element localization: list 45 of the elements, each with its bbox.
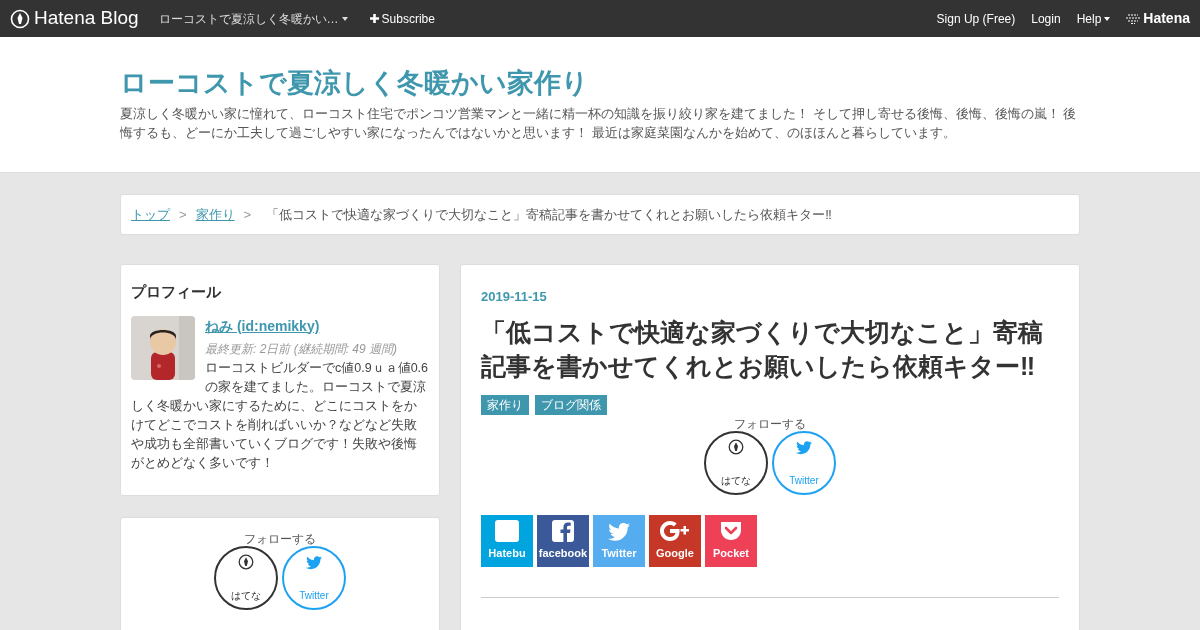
profile-name[interactable]: ねみ (id:nemikky) <box>131 315 429 336</box>
caret-icon <box>1104 16 1111 21</box>
facebook-icon <box>552 519 574 542</box>
blog-description: 夏涼しく冬暖かい家に憧れて、ローコスト住宅でポンコツ営業マンと一緒に精一杯の知識を振り絞り家を建てました！ そして押し寄せる後悔、後悔、後悔の嵐！ 後悔するも、どーにか工夫して過ごしやすい家になったんではないかと思います！ 最近は家庭菜園なんかを始めて、のほほんと暮らしています。 <box>120 105 1078 142</box>
google-plus-icon <box>659 519 691 542</box>
breadcrumb-link[interactable]: 家作り <box>195 204 235 225</box>
share-button[interactable]: Google <box>649 514 701 567</box>
category-tag[interactable]: 家作り <box>481 394 529 415</box>
stripes-icon <box>1126 13 1141 24</box>
pocket-icon <box>719 519 743 542</box>
follow-button[interactable]: Twitter <box>282 545 346 610</box>
breadcrumb-separator: > <box>179 205 187 224</box>
bird-icon <box>305 553 323 570</box>
category-tag[interactable]: ブログ関係 <box>535 394 607 415</box>
blog-menu[interactable]: ローコストで夏涼しく冬暖かい… <box>158 9 348 28</box>
blog-logo[interactable]: Hatena Blog <box>10 4 139 33</box>
follow-button[interactable]: はてな <box>214 545 278 610</box>
share-button[interactable]: Pocket <box>705 514 757 567</box>
caret-icon <box>341 16 348 21</box>
share-button[interactable]: Twitter <box>593 514 645 567</box>
hatena-brand[interactable]: Hatena <box>1126 8 1190 29</box>
profile-heading: プロフィール <box>131 282 222 302</box>
profile-bio: ローコストビルダーでc値0.9ｕａ値0.6の家を建てました。ローコストで夏涼しく冬暖かい家にするために、どこにコストをかけてどこでコストを削ればいいか？などなど失敗や成功も全部書いていくブログです！失敗や後悔がとめどなく多いです！ <box>131 359 429 472</box>
subscribe-link[interactable]: Subscribe <box>369 9 435 28</box>
follow-label: フォローする <box>734 416 806 431</box>
pen-nib-icon <box>728 438 744 455</box>
breadcrumb-separator: > <box>243 205 252 224</box>
share-button[interactable]: Hatebu <box>481 514 533 567</box>
follow-button[interactable]: はてな <box>704 430 768 495</box>
pen-nib-icon <box>238 553 254 570</box>
blog-title[interactable]: ローコストで夏涼しく冬暖かい家作り <box>120 65 1080 101</box>
last-updated: 最終更新: 2日前 (継続期間: 49 週間) <box>204 340 399 358</box>
breadcrumb-current: 「低コストで快適な家づくりで大切なこと」寄稿記事を書かせてくれとお願いしたら依頼キター‼ <box>266 205 832 224</box>
pen-nib-icon <box>10 8 30 29</box>
article-date[interactable]: 2019-11-15 <box>481 287 1059 307</box>
nav-link[interactable]: Sign Up (Free) <box>936 9 1016 28</box>
help-menu[interactable]: Help <box>1076 9 1111 28</box>
plus-icon <box>369 14 379 23</box>
follow-label: フォローする <box>244 531 316 546</box>
follow-button[interactable]: Twitter <box>772 430 836 495</box>
breadcrumb-link[interactable]: トップ <box>131 204 170 225</box>
nav-link[interactable]: Login <box>1031 9 1061 28</box>
share-button[interactable]: facebook <box>537 514 589 567</box>
bird-icon <box>795 438 813 455</box>
article-title: 「低コストで快適な家づくりで大切なこと」寄稿記事を書かせてくれとお願いしたら依頼キター‼ <box>481 316 1044 382</box>
